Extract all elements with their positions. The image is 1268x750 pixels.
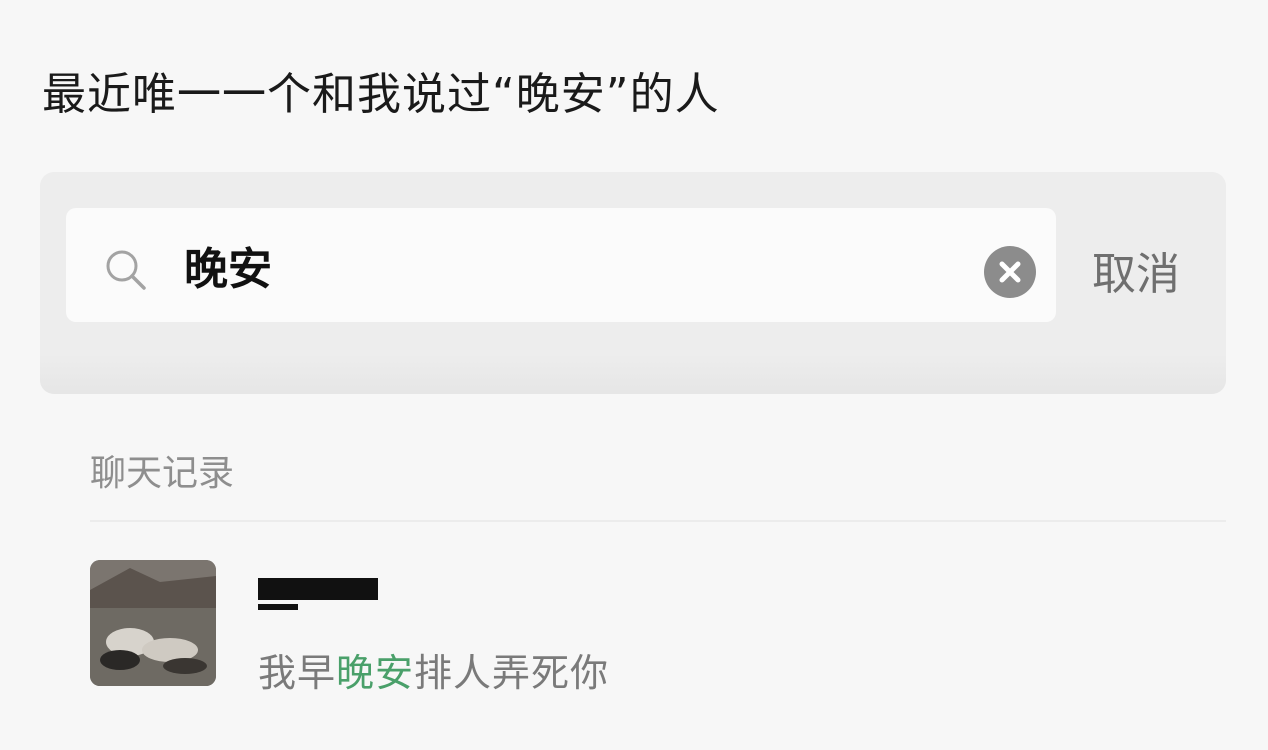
page-caption: 最近唯一一个和我说过“晚安”的人 <box>42 69 720 120</box>
chat-result-row[interactable]: 我早晚安排人弄死你 <box>90 558 1226 695</box>
snippet-match: 晚安 <box>336 651 415 695</box>
search-panel: 取消 <box>40 172 1226 394</box>
clear-icon <box>999 261 1021 283</box>
screenshot-page: 最近唯一一个和我说过“晚安”的人 取消 聊天记录 <box>0 0 1268 750</box>
message-snippet: 我早晚安排人弄死你 <box>258 642 609 697</box>
search-input[interactable] <box>184 234 964 296</box>
avatar <box>90 560 216 686</box>
search-icon <box>102 246 150 294</box>
snippet-before: 我早 <box>258 651 337 695</box>
clear-search-button[interactable] <box>984 246 1036 298</box>
section-label-chat-history: 聊天记录 <box>90 453 235 494</box>
snippet-after: 排人弄死你 <box>414 651 610 695</box>
search-box[interactable] <box>66 208 1056 322</box>
cancel-button[interactable]: 取消 <box>1092 238 1180 302</box>
divider <box>90 520 1226 522</box>
contact-name-redacted-bar <box>258 604 298 610</box>
contact-name-redacted <box>258 578 378 600</box>
